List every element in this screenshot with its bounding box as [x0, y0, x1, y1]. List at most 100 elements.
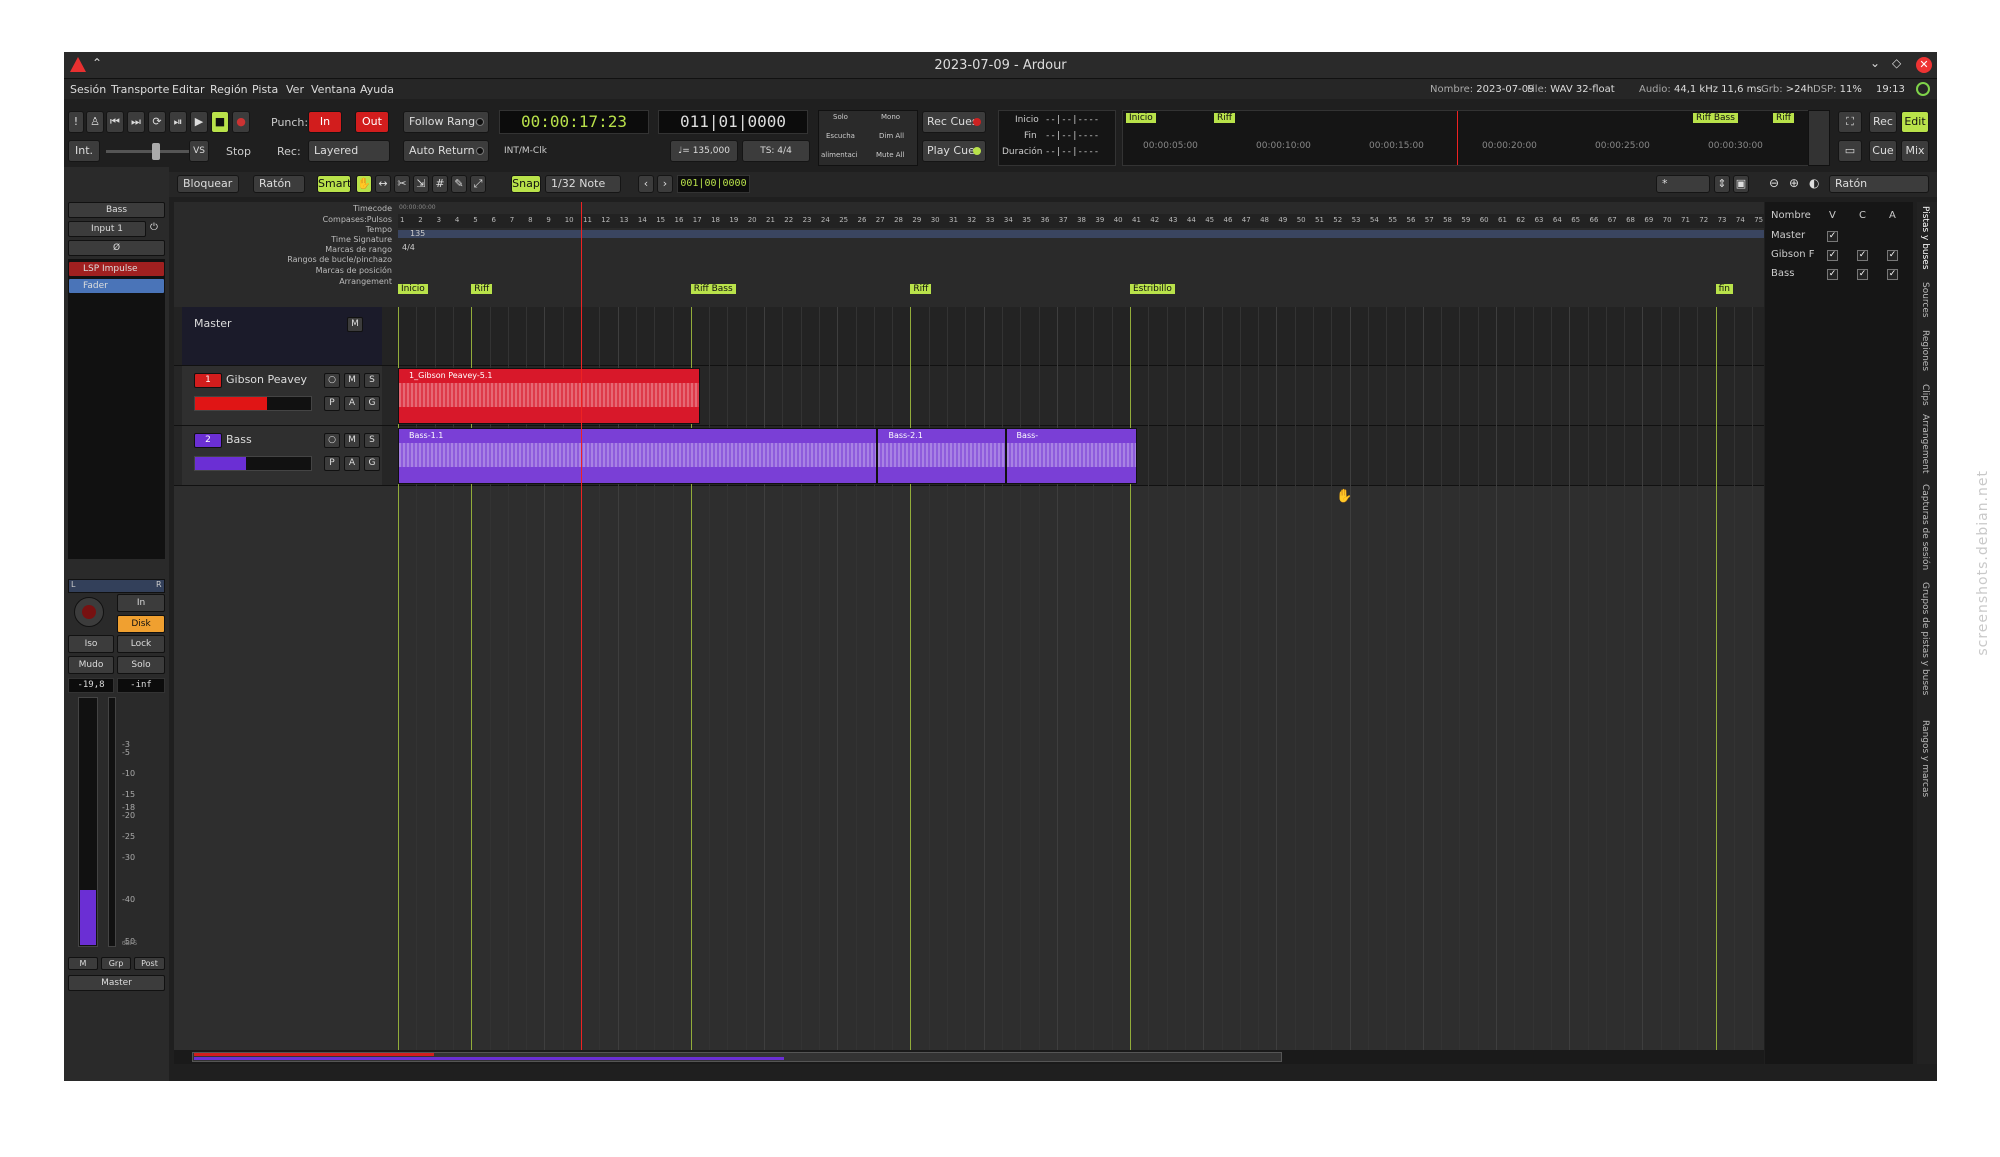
- solo-label[interactable]: Solo: [833, 113, 848, 121]
- gibson-automation-button[interactable]: A: [344, 396, 360, 411]
- minimize-icon[interactable]: ⌄: [1870, 56, 1880, 70]
- mono-label[interactable]: Mono: [881, 113, 900, 121]
- zoom-out-icon[interactable]: ⊖: [1769, 176, 1779, 190]
- primary-clock[interactable]: 00:00:17:23: [499, 110, 649, 134]
- bass-active-checkbox[interactable]: ✓: [1887, 269, 1898, 280]
- alimentacion-label[interactable]: alimentaci: [821, 151, 858, 159]
- time-signature-button[interactable]: TS: 4/4: [742, 140, 810, 162]
- col-nombre[interactable]: Nombre: [1771, 210, 1811, 221]
- bar-ruler[interactable]: 1 2 3 4 5 6 7 8 9 10 11 12 13 14 15 16 17 18 19 20 21 22 23 24 2…: [398, 214, 1764, 228]
- plugin-fader[interactable]: Fader: [68, 278, 165, 294]
- expand-tracks-button[interactable]: ▣: [1733, 175, 1749, 193]
- list-row-gibson[interactable]: Gibson F: [1771, 249, 1814, 260]
- bass-playlist-button[interactable]: P: [324, 456, 340, 471]
- rec-mode-select[interactable]: Layered: [308, 140, 390, 162]
- mini-marker-riff-2[interactable]: Riff: [1773, 113, 1794, 123]
- stretch-tool-button[interactable]: ⇲: [413, 175, 429, 193]
- tab-capturas[interactable]: Capturas de sesión: [1920, 484, 1930, 570]
- audition-tool-button[interactable]: ⤢: [470, 175, 486, 193]
- grab-tool-button[interactable]: ✋: [356, 175, 372, 193]
- list-row-master[interactable]: Master: [1771, 230, 1805, 241]
- tab-sources[interactable]: Sources: [1920, 282, 1930, 318]
- track-name-gibson[interactable]: Gibson Peavey: [226, 373, 307, 386]
- location-marker-1[interactable]: Riff: [471, 284, 493, 294]
- bass-visible-checkbox[interactable]: ✓: [1827, 269, 1838, 280]
- rec-cues-button[interactable]: Rec Cues: [922, 111, 986, 133]
- bass-solo-button[interactable]: S: [364, 433, 380, 448]
- pan-slider[interactable]: [68, 579, 165, 593]
- menu-ventana[interactable]: Ventana: [311, 83, 356, 96]
- strip-post-button[interactable]: Post: [134, 957, 165, 970]
- monitor-disk-button[interactable]: Disk: [117, 615, 165, 633]
- edit-window-button[interactable]: Edit: [1901, 111, 1929, 133]
- menu-editar[interactable]: Editar: [172, 83, 205, 96]
- snap-button[interactable]: Snap: [511, 175, 541, 193]
- nudge-back-button[interactable]: ‹: [638, 175, 654, 193]
- plugin-lsp-impulse[interactable]: LSP Impulse Respor: [68, 261, 165, 288]
- zoom-focus-select[interactable]: *: [1656, 175, 1710, 193]
- col-v[interactable]: V: [1829, 210, 1836, 221]
- tab-clips[interactable]: Clips: [1920, 384, 1930, 406]
- loop-button[interactable]: ⟳: [148, 111, 166, 133]
- mouse-mode-select[interactable]: Ratón: [253, 175, 305, 193]
- strip-input-button[interactable]: Input 1: [68, 221, 146, 237]
- menu-transporte[interactable]: Transporte: [111, 83, 169, 96]
- stop-button[interactable]: ■: [211, 111, 229, 133]
- strip-solo-button[interactable]: Solo: [117, 656, 165, 674]
- smart-mode-button[interactable]: Smart: [317, 175, 351, 193]
- track-name-master[interactable]: Master: [194, 317, 232, 330]
- tab-grupos[interactable]: Grupos de pistas y buses: [1920, 582, 1930, 695]
- cut-tool-button[interactable]: ✂: [394, 175, 410, 193]
- editor-canvas[interactable]: Timecode Compases:Pulsos Tempo Time Signatu…: [174, 202, 1764, 1064]
- region-0[interactable]: 1_Gibson Peavey-5.1: [398, 368, 700, 424]
- record-button[interactable]: ●: [232, 111, 250, 133]
- grid-tool-button[interactable]: #: [432, 175, 448, 193]
- bass-mute-button[interactable]: M: [344, 433, 360, 448]
- gibson-cue-checkbox[interactable]: ✓: [1857, 250, 1868, 261]
- bass-gain-slider[interactable]: [194, 456, 312, 471]
- track-name-bass[interactable]: Bass: [226, 433, 252, 446]
- tab-regiones[interactable]: Regiones: [1920, 330, 1930, 371]
- dim-all-label[interactable]: Dim All: [879, 132, 904, 140]
- vs-button[interactable]: VS: [189, 140, 209, 162]
- tempo-lane[interactable]: [398, 230, 1764, 238]
- master-mute-button[interactable]: M: [347, 317, 363, 332]
- tab-arrangement[interactable]: Arrangement: [1920, 414, 1930, 473]
- strip-name-button[interactable]: Bass: [68, 202, 165, 218]
- escucha-label[interactable]: Escucha: [826, 132, 855, 140]
- gibson-gain-slider[interactable]: [194, 396, 312, 411]
- record-arm-button[interactable]: [74, 597, 104, 627]
- goto-start-button[interactable]: ⏮: [106, 111, 124, 133]
- gain-display[interactable]: -19,8: [68, 678, 114, 693]
- auto-return-toggle[interactable]: Auto Return: [403, 140, 489, 162]
- location-marker-5[interactable]: fin: [1715, 284, 1733, 294]
- strip-grp-button[interactable]: Grp: [101, 957, 131, 970]
- nudge-clock[interactable]: 001|00|0000: [677, 175, 750, 193]
- gibson-mute-button[interactable]: M: [344, 373, 360, 388]
- close-icon[interactable]: ✕: [1916, 57, 1932, 73]
- playhead[interactable]: [581, 202, 582, 1064]
- monitor-in-button[interactable]: In: [117, 594, 165, 612]
- shrink-tracks-button[interactable]: ⇕: [1714, 175, 1730, 193]
- bass-rec-button[interactable]: ○: [324, 433, 340, 448]
- col-a[interactable]: A: [1889, 210, 1896, 221]
- input-monitor-icon[interactable]: ⏻: [150, 222, 158, 233]
- bass-group-button[interactable]: G: [364, 456, 380, 471]
- bass-cue-checkbox[interactable]: ✓: [1857, 269, 1868, 280]
- col-c[interactable]: C: [1859, 210, 1866, 221]
- lock-button[interactable]: Lock: [117, 635, 165, 653]
- rec-window-button[interactable]: Rec: [1869, 111, 1897, 133]
- mini-timeline[interactable]: Inicio Riff Riff Bass Riff 00:00:05:00 0…: [1122, 110, 1824, 166]
- punch-in-button[interactable]: In: [308, 111, 342, 133]
- peak-display[interactable]: -inf: [117, 678, 165, 693]
- draw-tool-button[interactable]: ✎: [451, 175, 467, 193]
- tempo-button[interactable]: ♩= 135,000: [670, 140, 738, 162]
- punch-out-button[interactable]: Out: [355, 111, 389, 133]
- gibson-playlist-button[interactable]: P: [324, 396, 340, 411]
- panic-button[interactable]: !: [68, 111, 84, 133]
- mini-marker-riff-bass[interactable]: Riff Bass: [1693, 113, 1738, 123]
- track-header-gibson[interactable]: 1 Gibson Peavey ○ M S P A G: [182, 366, 382, 425]
- strip-m-button[interactable]: M: [68, 957, 98, 970]
- strip-output-master[interactable]: Master: [68, 975, 165, 991]
- int-sync-button[interactable]: Int.: [68, 140, 100, 162]
